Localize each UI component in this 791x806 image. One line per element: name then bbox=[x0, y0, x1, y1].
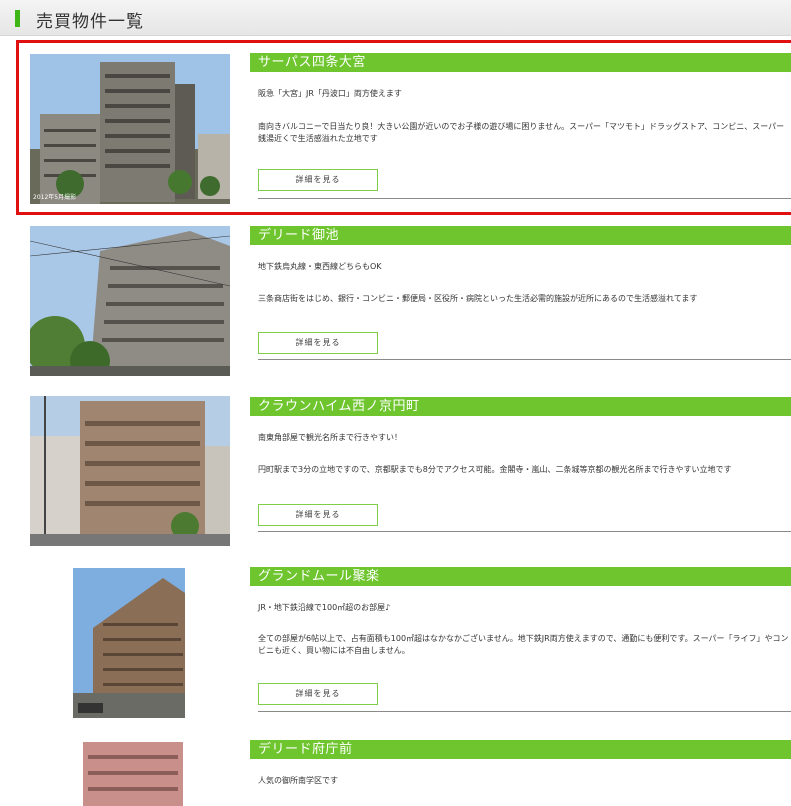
listing-summary: JR・地下鉄沿線で100㎡超のお部屋♪ bbox=[258, 603, 391, 612]
header-accent-bar bbox=[15, 10, 20, 27]
listing-photo[interactable]: 2012年5月撮影 bbox=[30, 54, 230, 204]
listing-description: 全ての部屋が6帖以上で、占有面積も100㎡超はなかなかございません。地下鉄JR両… bbox=[258, 634, 789, 655]
listing-description: 南向きバルコニーで日当たり良！大きい公園が近いのでお子様の遊び場に困りません。ス… bbox=[258, 122, 785, 143]
view-details-button[interactable]: 詳細を見る bbox=[258, 169, 378, 191]
building-photo-image bbox=[73, 568, 185, 718]
building-photo-image bbox=[30, 54, 230, 204]
listing-divider bbox=[258, 711, 791, 712]
page-header: 売買物件一覧 bbox=[0, 0, 791, 36]
listing-description: 円町駅まで3分の立地ですので、京都駅までも8分でアクセス可能。金閣寺・嵐山、二条… bbox=[258, 465, 732, 474]
listing-photo[interactable] bbox=[30, 396, 230, 546]
listing-summary: 阪急「大宮」JR「丹波口」両方使えます bbox=[258, 89, 402, 98]
listing-title[interactable]: クラウンハイム西ノ京円町 bbox=[250, 397, 791, 416]
view-details-button[interactable]: 詳細を見る bbox=[258, 683, 378, 705]
photo-caption: 2012年5月撮影 bbox=[33, 194, 77, 201]
listing-title[interactable]: デリード御池 bbox=[250, 226, 791, 245]
listing-divider bbox=[258, 531, 791, 532]
listing-photo[interactable] bbox=[73, 737, 185, 806]
building-photo-image bbox=[30, 226, 230, 376]
view-details-button[interactable]: 詳細を見る bbox=[258, 504, 378, 526]
listing-summary: 地下鉄烏丸線・東西線どちらもOK bbox=[258, 262, 382, 271]
listing-description: 三条商店街をはじめ、銀行・コンビニ・郵便局・区役所・病院といった生活必需的施設が… bbox=[258, 294, 698, 303]
building-photo-image bbox=[30, 396, 230, 546]
view-details-button[interactable]: 詳細を見る bbox=[258, 332, 378, 354]
listing-divider bbox=[258, 198, 791, 199]
listing-summary: 南東角部屋で観光名所まで行きやすい！ bbox=[258, 433, 402, 442]
listing-title[interactable]: サーパス四条大宮 bbox=[250, 53, 791, 72]
building-photo-image bbox=[73, 737, 185, 806]
listing-title[interactable]: グランドムール聚楽 bbox=[250, 567, 791, 586]
listing-photo[interactable] bbox=[30, 226, 230, 376]
listing-summary: 人気の御所南学区です bbox=[258, 776, 338, 785]
listing-title[interactable]: デリード府庁前 bbox=[250, 740, 791, 759]
listing-photo[interactable] bbox=[73, 568, 185, 718]
page-title: 売買物件一覧 bbox=[36, 12, 144, 32]
listing-divider bbox=[258, 359, 791, 360]
